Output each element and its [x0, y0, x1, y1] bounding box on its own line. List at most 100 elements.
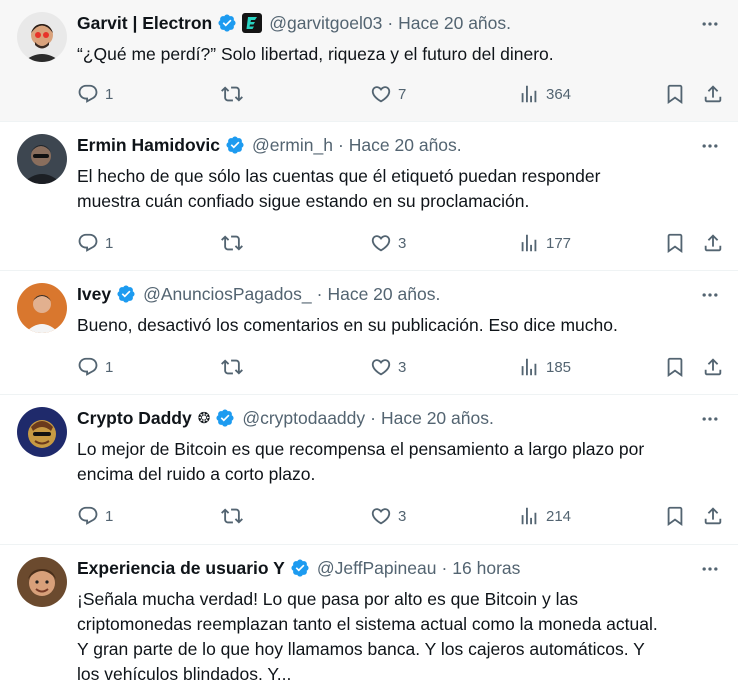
reply-count: 1: [105, 358, 114, 376]
like-button[interactable]: 3: [370, 230, 406, 256]
bookmark-icon: [667, 84, 683, 105]
avatar[interactable]: [17, 557, 67, 607]
timestamp[interactable]: Hace 20 años.: [381, 408, 494, 429]
retweet-button[interactable]: [221, 230, 243, 256]
avatar[interactable]: [17, 407, 67, 457]
author-name[interactable]: Experiencia de usuario Y: [77, 558, 285, 579]
views-button[interactable]: 185: [518, 354, 571, 380]
tweet-header: Ermin Hamidovic @ermin_h · Hace 20 años.: [77, 132, 678, 158]
views-count: 177: [546, 234, 572, 252]
tweet[interactable]: Experiencia de usuario Y @JeffPapineau ·…: [0, 545, 738, 688]
tweet[interactable]: Garvit | Electron @garvitgoel03 · Hace 2…: [0, 0, 738, 122]
bookmark-button[interactable]: [664, 81, 686, 107]
timestamp[interactable]: Hace 20 años.: [327, 284, 440, 305]
share-button[interactable]: [702, 81, 724, 107]
reply-count: 1: [105, 507, 114, 525]
tweet-text: ¡Señala mucha verdad! Lo que pasa por al…: [77, 589, 658, 684]
like-button[interactable]: 3: [370, 354, 406, 380]
retweet-button[interactable]: [221, 81, 243, 107]
reply-button[interactable]: 1: [77, 503, 113, 529]
author-name[interactable]: Garvit | Electron: [77, 13, 212, 34]
avatar[interactable]: [17, 283, 67, 333]
views-icon: [521, 85, 537, 103]
action-bar: 1 3 177: [77, 230, 724, 256]
separator-dot: ·: [441, 557, 448, 578]
share-button[interactable]: [702, 354, 724, 380]
tweet[interactable]: Ivey @AnunciosPagados_ · Hace 20 años. B…: [0, 271, 738, 395]
reply-button[interactable]: 1: [77, 230, 113, 256]
more-icon[interactable]: [699, 13, 721, 35]
retweet-icon: [221, 86, 243, 102]
retweet-button[interactable]: [221, 503, 243, 529]
author-handle[interactable]: @JeffPapineau: [317, 558, 437, 579]
timestamp[interactable]: Hace 20 años.: [349, 135, 462, 156]
views-button[interactable]: 214: [518, 503, 571, 529]
author-name[interactable]: Crypto Daddy: [77, 408, 192, 429]
reply-count: 1: [105, 85, 114, 103]
verified-badge-icon: [218, 14, 236, 32]
action-bar: 1 3 185: [77, 354, 724, 380]
timestamp[interactable]: 16 horas: [452, 558, 520, 579]
author-handle[interactable]: @AnunciosPagados_: [143, 284, 312, 305]
reply-icon: [78, 233, 98, 252]
separator-dot: ·: [370, 407, 376, 428]
tweet[interactable]: Ermin Hamidovic @ermin_h · Hace 20 años.…: [0, 122, 738, 271]
avatar[interactable]: [17, 134, 67, 184]
share-icon: [704, 507, 722, 525]
like-icon: [371, 508, 391, 525]
views-icon: [521, 507, 537, 525]
reply-feed: Garvit | Electron @garvitgoel03 · Hace 2…: [0, 0, 738, 688]
views-count: 214: [546, 507, 572, 525]
tweet-text: El hecho de que sólo las cuentas que él …: [77, 166, 601, 211]
verified-badge-icon: [117, 285, 135, 303]
author-name[interactable]: Ermin Hamidovic: [77, 135, 220, 156]
bookmark-button[interactable]: [664, 230, 686, 256]
reply-button[interactable]: 1: [77, 354, 113, 380]
author-name[interactable]: Ivey: [77, 284, 111, 305]
more-icon[interactable]: [699, 558, 721, 580]
retweet-icon: [221, 235, 243, 251]
reply-icon: [78, 506, 98, 525]
timestamp[interactable]: Hace 20 años.: [398, 13, 511, 34]
tweet-text: “¿Qué me perdí?” Solo libertad, riqueza …: [77, 44, 554, 64]
reply-icon: [78, 84, 98, 103]
like-icon: [371, 86, 391, 103]
like-icon: [371, 235, 391, 252]
retweet-button[interactable]: [221, 354, 243, 380]
bookmark-button[interactable]: [664, 354, 686, 380]
author-handle[interactable]: @garvitgoel03: [269, 13, 382, 34]
views-button[interactable]: 364: [518, 81, 571, 107]
share-icon: [704, 85, 722, 103]
share-button[interactable]: [702, 503, 724, 529]
verified-badge-icon: [226, 136, 244, 154]
tweet-header: Experiencia de usuario Y @JeffPapineau ·…: [77, 555, 678, 581]
action-bar: 1 7 364: [77, 81, 724, 107]
share-icon: [704, 234, 722, 252]
like-count: 7: [398, 85, 407, 103]
tweet-text: Bueno, desactivó los comentarios en su p…: [77, 315, 618, 335]
author-handle[interactable]: @ermin_h: [252, 135, 333, 156]
share-button[interactable]: [702, 230, 724, 256]
like-icon: [371, 359, 391, 376]
like-button[interactable]: 7: [370, 81, 406, 107]
reply-button[interactable]: 1: [77, 81, 113, 107]
reply-count: 1: [105, 234, 114, 252]
views-count: 185: [546, 358, 572, 376]
views-count: 364: [546, 85, 572, 103]
tweet[interactable]: Crypto Daddy ❂ @cryptodaaddy · Hace 20 a…: [0, 395, 738, 545]
like-button[interactable]: 3: [370, 503, 406, 529]
more-icon[interactable]: [699, 135, 721, 157]
author-handle[interactable]: @cryptodaaddy: [242, 408, 365, 429]
views-icon: [521, 234, 537, 252]
separator-dot: ·: [337, 134, 344, 155]
avatar[interactable]: [17, 12, 67, 62]
bookmark-icon: [667, 506, 683, 527]
separator-dot: ·: [316, 283, 323, 304]
views-button[interactable]: 177: [518, 230, 571, 256]
spiral-emoji-icon: ❂: [197, 410, 211, 427]
more-icon[interactable]: [699, 408, 721, 430]
more-icon[interactable]: [699, 284, 721, 306]
bookmark-button[interactable]: [664, 503, 686, 529]
share-icon: [704, 358, 722, 376]
retweet-icon: [221, 508, 243, 524]
